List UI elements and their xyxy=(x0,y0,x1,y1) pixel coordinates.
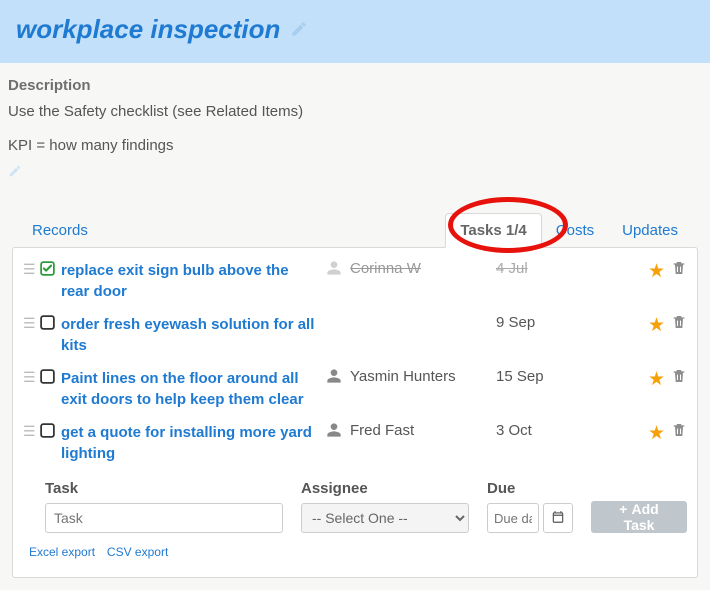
star-icon[interactable]: ★ xyxy=(648,314,665,337)
csv-export-link[interactable]: CSV export xyxy=(107,545,168,559)
person-icon xyxy=(326,422,342,442)
star-icon[interactable]: ★ xyxy=(648,422,665,445)
assignee-name: Yasmin Hunters xyxy=(350,368,456,385)
assignee-name: Corinna W xyxy=(350,260,421,277)
page-title: workplace inspection xyxy=(16,14,280,45)
person-icon xyxy=(326,368,342,388)
excel-export-link[interactable]: Excel export xyxy=(29,545,95,559)
edit-description-icon[interactable] xyxy=(8,164,702,181)
assignee-field-label: Assignee xyxy=(301,480,469,497)
tab-costs[interactable]: Costs xyxy=(542,214,608,247)
add-task-button[interactable]: +Add Task xyxy=(591,501,687,533)
trash-icon[interactable] xyxy=(671,260,687,281)
edit-title-icon[interactable] xyxy=(290,25,308,41)
assignee-select[interactable]: -- Select One -- xyxy=(301,503,469,533)
person-icon xyxy=(326,260,342,280)
checkbox-unchecked-icon[interactable] xyxy=(39,314,61,334)
description-text-2: KPI = how many findings xyxy=(8,134,702,158)
checkbox-unchecked-icon[interactable] xyxy=(39,368,61,388)
drag-handle-icon[interactable]: ☰ xyxy=(23,368,39,384)
checkbox-unchecked-icon[interactable] xyxy=(39,422,61,442)
star-icon[interactable]: ★ xyxy=(648,368,665,391)
task-row: ☰ get a quote for installing more yard l… xyxy=(23,416,687,470)
task-input[interactable] xyxy=(45,503,283,533)
tasks-panel: ☰ replace exit sign bulb above the rear … xyxy=(12,247,698,578)
tab-updates[interactable]: Updates xyxy=(608,214,692,247)
add-task-form: Task Assignee -- Select One -- Due xyxy=(23,470,687,533)
due-date-input[interactable] xyxy=(487,503,539,533)
star-icon[interactable]: ★ xyxy=(648,260,665,283)
tab-records[interactable]: Records xyxy=(18,214,102,247)
checkbox-checked-icon[interactable] xyxy=(39,260,61,280)
due-date: 4 Jul xyxy=(496,260,606,277)
task-field-label: Task xyxy=(45,480,283,497)
drag-handle-icon[interactable]: ☰ xyxy=(23,260,39,276)
due-date: 3 Oct xyxy=(496,422,606,439)
due-field-label: Due xyxy=(487,480,573,497)
task-row: ☰ replace exit sign bulb above the rear … xyxy=(23,254,687,308)
assignee-name: Fred Fast xyxy=(350,422,414,439)
drag-handle-icon[interactable]: ☰ xyxy=(23,422,39,438)
description-label: Description xyxy=(8,77,702,94)
task-link[interactable]: Paint lines on the floor around all exit… xyxy=(61,370,304,408)
task-link[interactable]: replace exit sign bulb above the rear do… xyxy=(61,262,289,300)
task-row: ☰ order fresh eyewash solution for all k… xyxy=(23,308,687,362)
trash-icon[interactable] xyxy=(671,314,687,335)
plus-icon: + xyxy=(619,501,627,517)
trash-icon[interactable] xyxy=(671,368,687,389)
due-date: 9 Sep xyxy=(496,314,606,331)
drag-handle-icon[interactable]: ☰ xyxy=(23,314,39,330)
task-link[interactable]: get a quote for installing more yard lig… xyxy=(61,424,312,462)
task-link[interactable]: order fresh eyewash solution for all kit… xyxy=(61,316,314,354)
task-row: ☰ Paint lines on the floor around all ex… xyxy=(23,362,687,416)
due-date: 15 Sep xyxy=(496,368,606,385)
calendar-icon[interactable] xyxy=(543,503,573,533)
tab-tasks[interactable]: Tasks 1/4 xyxy=(445,213,541,248)
trash-icon[interactable] xyxy=(671,422,687,443)
description-text-1: Use the Safety checklist (see Related It… xyxy=(8,100,702,124)
